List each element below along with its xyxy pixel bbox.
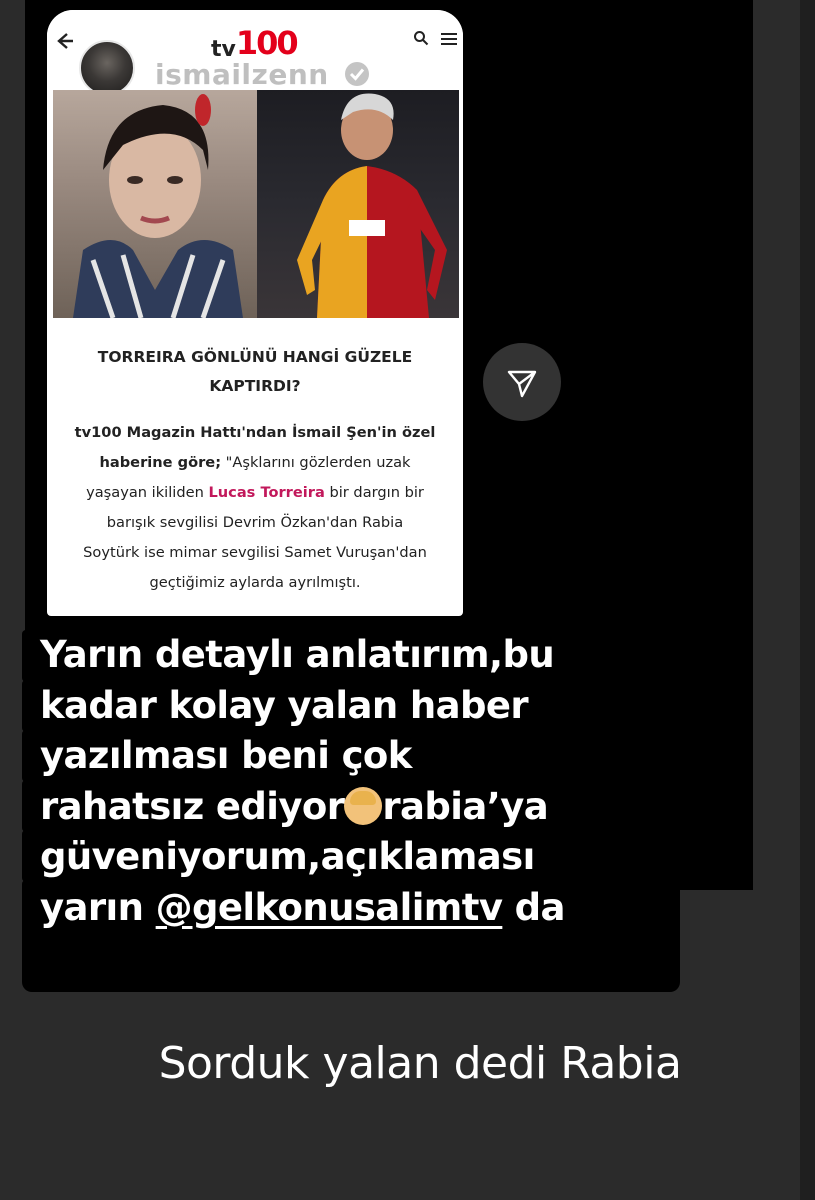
caption-line-2: kadar kolay yalan haber [40,683,529,727]
photo-woman [53,90,257,318]
photo-footballer [257,90,459,318]
body-text-1: "Aşklarını gözlerden uzak [221,454,411,471]
caption-line-6a: yarın [40,885,156,929]
avatar[interactable] [79,40,135,96]
mention-link[interactable]: @gelkonusalimtv [156,886,503,929]
story-caption: Yarın detaylı anlatırım,bu kadar kolay y… [40,630,740,933]
shared-post-screenshot[interactable]: tv100 ismailzenn TORREIRA GÖNLÜNÜ HANGİ … [47,10,463,616]
facepalm-emoji-icon [344,786,383,825]
caption-line-4b: rabia’ya [382,784,549,828]
sub-caption: Sorduk yalan dedi Rabia [158,1038,682,1089]
article-photo [53,90,459,318]
verified-badge-icon [345,62,369,86]
article-headline: TORREIRA GÖNLÜNÜ HANGİ GÜZELE KAPTIRDI? [67,343,443,401]
body-text-2: yaşayan ikiliden [86,484,209,501]
caption-line-4a: rahatsız ediyor [40,784,345,828]
body-text-3: bir dargın bir [324,484,424,501]
body-text-4: barışık sevgilisi Devrim Özkan'dan Rabia [106,514,404,531]
logo-number: 100 [235,24,299,62]
send-button[interactable] [483,343,561,421]
body-bold-1: tv100 Magazin Hattı'ndan İsmail Şen'in ö… [74,424,436,441]
headline-line-1: TORREIRA GÖNLÜNÜ HANGİ GÜZELE [97,348,413,366]
edge-strip [800,0,815,1200]
caption-line-3: yazılması beni çok [40,734,412,777]
body-highlight: Lucas Torreira [208,484,325,501]
headline-line-2: KAPTIRDI? [209,377,301,395]
body-text-5: Soytürk ise mimar sevgilisi Samet Vuruşa… [83,544,427,561]
send-icon [507,370,537,398]
back-arrow-icon[interactable] [53,30,75,52]
article-body: tv100 Magazin Hattı'ndan İsmail Şen'in ö… [53,418,457,598]
caption-line-6b: da [502,885,566,929]
menu-icon[interactable] [441,32,457,46]
username-watermark: ismailzenn [155,58,329,91]
caption-line-1: Yarın detaylı anlatırım,bu [40,633,555,676]
body-bold-2: haberine göre; [99,454,222,471]
body-text-6: geçtiğimiz aylarda ayrılmıştı. [149,574,361,591]
search-icon[interactable] [413,30,429,46]
caption-line-5: güveniyorum,açıklaması [40,835,535,878]
